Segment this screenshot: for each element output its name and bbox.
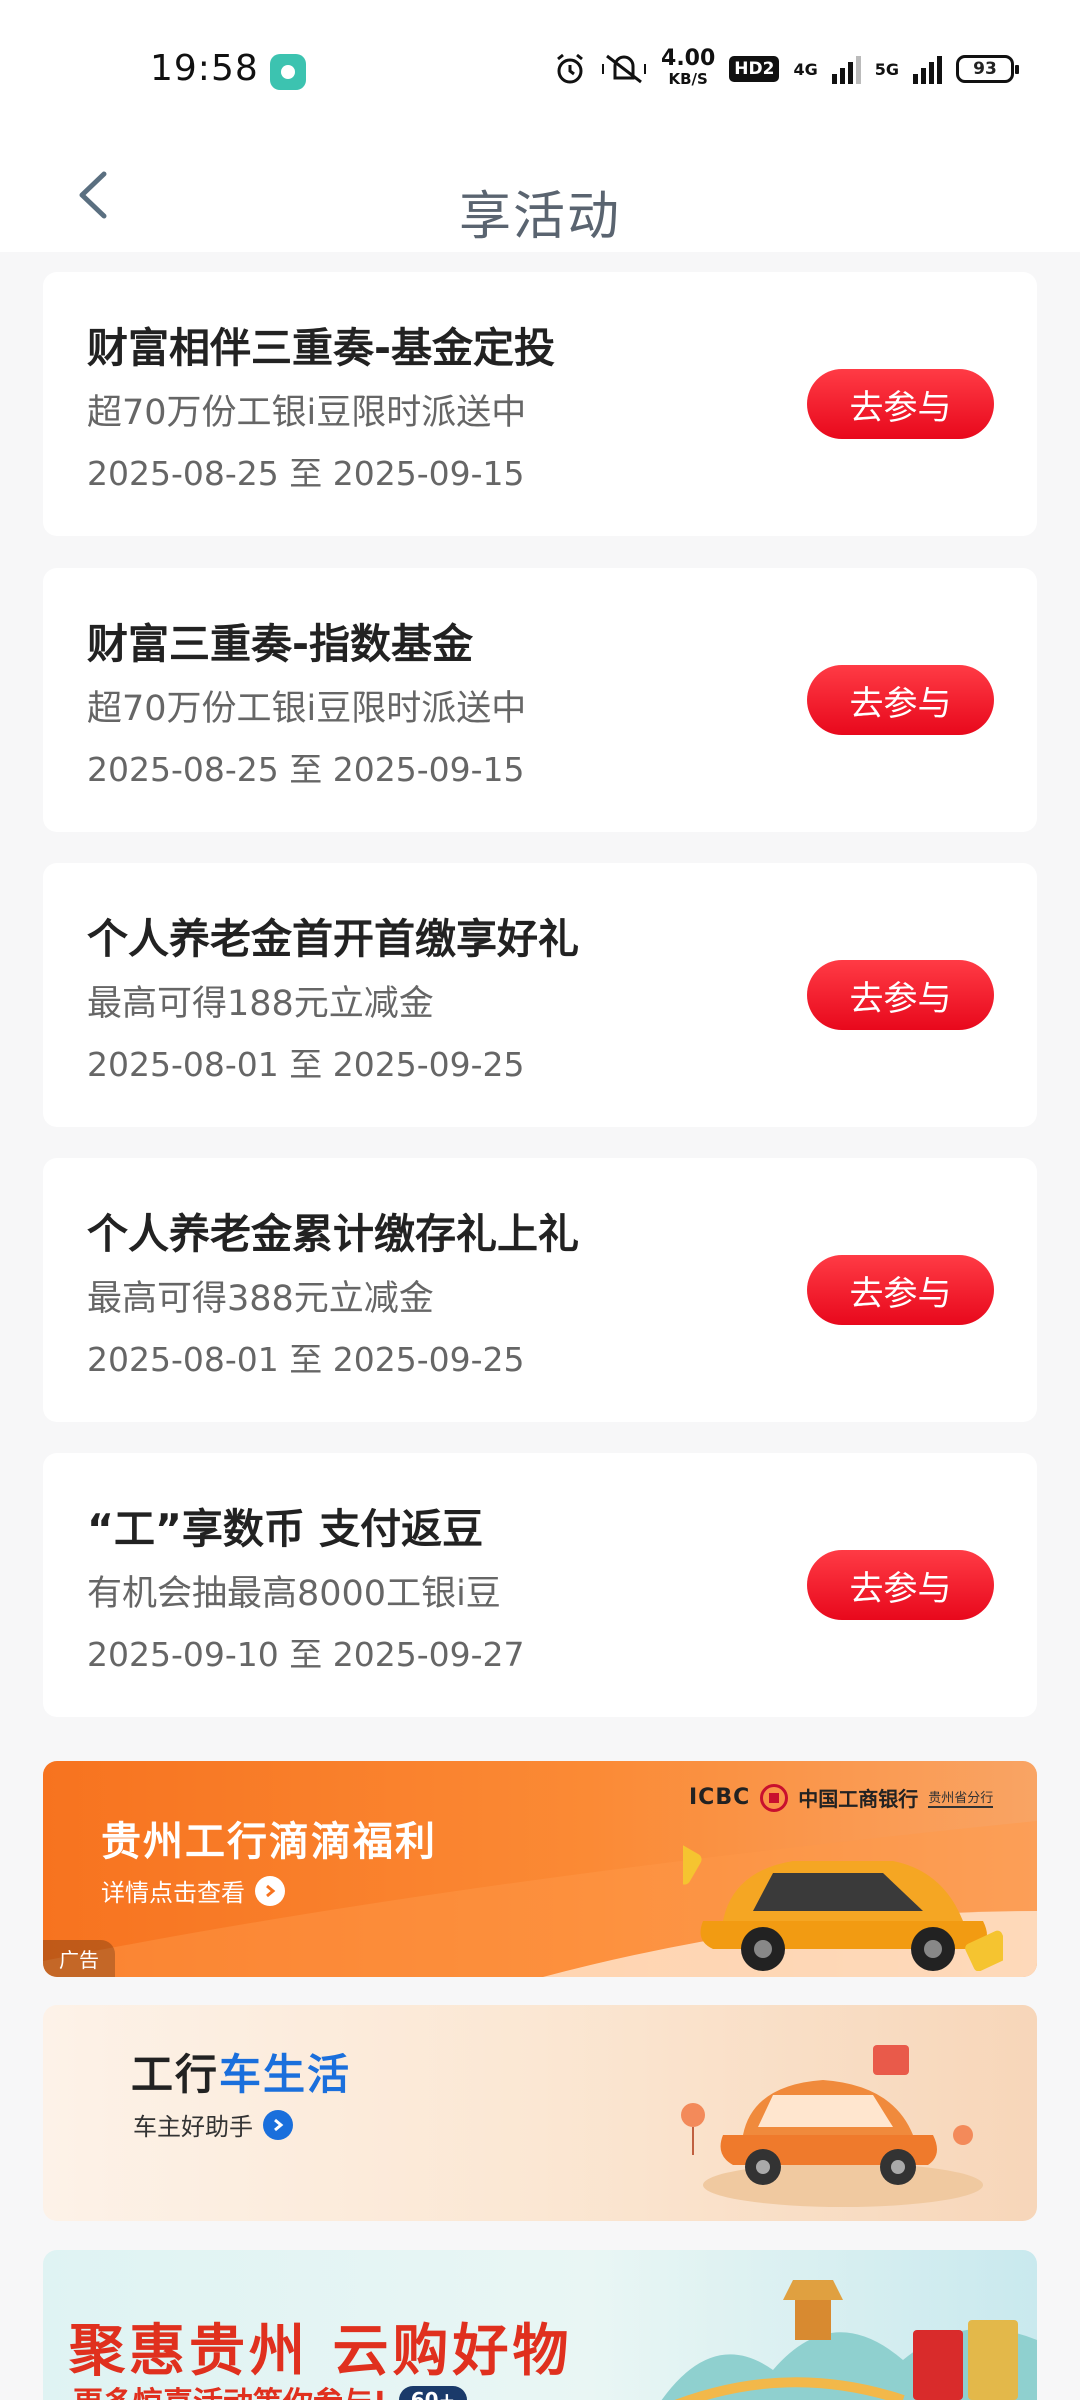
- banner-subtitle-text: 详情点击查看: [101, 1879, 245, 1907]
- car-illustration: [683, 1831, 1003, 1971]
- activity-dates: 2025-09-10 至 2025-09-27: [87, 1635, 525, 1674]
- icbc-logo-en: ICBC: [689, 1785, 751, 1810]
- vintage-car-illustration: [681, 2045, 983, 2207]
- arrow-right-icon: [255, 1875, 285, 1906]
- signal-5g-icon: [913, 54, 942, 84]
- activity-subtitle: 超70万份工银i豆限时派送中: [87, 393, 527, 433]
- speed-unit: KB/S: [668, 70, 708, 88]
- activity-title: 个人养老金首开首缴享好礼: [87, 915, 579, 963]
- activity-card[interactable]: 财富相伴三重奏-基金定投 超70万份工银i豆限时派送中 2025-08-25 至…: [43, 272, 1037, 536]
- activity-subtitle: 最高可得388元立减金: [87, 1279, 434, 1319]
- banner-subtitle: 更多惊喜活动等你参与! 60+: [73, 2378, 468, 2400]
- activity-subtitle: 有机会抽最高8000工银i豆: [87, 1574, 501, 1614]
- banner-title-highlight: 车生活: [219, 2050, 352, 2099]
- join-button[interactable]: 去参与: [807, 960, 994, 1030]
- battery-icon: 93: [956, 55, 1019, 83]
- ad-label: 广告: [43, 1940, 115, 1977]
- landscape-illustration: [661, 2280, 1037, 2400]
- join-button[interactable]: 去参与: [807, 1550, 994, 1620]
- activity-card[interactable]: 个人养老金累计缴存礼上礼 最高可得388元立减金 2025-08-01 至 20…: [43, 1158, 1037, 1422]
- activity-title: “工”享数币 支付返豆: [87, 1505, 484, 1553]
- activity-dates: 2025-08-25 至 2025-09-15: [87, 454, 525, 493]
- status-time: 19:58: [150, 48, 259, 89]
- activity-title: 个人养老金累计缴存礼上礼: [87, 1210, 579, 1258]
- banner-subtitle: 详情点击查看: [101, 1873, 285, 1908]
- banner-title-prefix: 工行: [131, 2050, 220, 2099]
- hd-voice-badge: HD2: [729, 56, 780, 82]
- icbc-logo: ICBC 中国工商银行 贵州省分行: [689, 1783, 994, 1812]
- banner-title: 聚惠贵州 云购好物: [69, 2319, 573, 2384]
- activity-dates: 2025-08-01 至 2025-09-25: [87, 1340, 525, 1379]
- app-notification-icon: [270, 54, 306, 90]
- page-title: 享活动: [458, 187, 621, 247]
- activity-card[interactable]: 个人养老金首开首缴享好礼 最高可得188元立减金 2025-08-01 至 20…: [43, 863, 1037, 1127]
- activity-card[interactable]: “工”享数币 支付返豆 有机会抽最高8000工银i豆 2025-09-10 至 …: [43, 1453, 1037, 1717]
- banner-title: 贵州工行滴滴福利: [101, 1819, 437, 1865]
- activity-title: 财富三重奏-指数基金: [87, 620, 474, 668]
- banner-subtitle-text: 更多惊喜活动等你参与!: [73, 2378, 387, 2400]
- didi-promo-banner[interactable]: 贵州工行滴滴福利 详情点击查看 ICBC 中国工商银行 贵州省分行 广告: [43, 1761, 1037, 1977]
- activity-subtitle: 超70万份工银i豆限时派送中: [87, 689, 527, 729]
- activity-dates: 2025-08-01 至 2025-09-25: [87, 1045, 525, 1084]
- join-button[interactable]: 去参与: [807, 369, 994, 439]
- activity-subtitle: 最高可得188元立减金: [87, 984, 434, 1024]
- network-speed: 4.00 KB/S: [661, 46, 716, 89]
- arrow-right-icon: [263, 2109, 293, 2140]
- activity-title: 财富相伴三重奏-基金定投: [87, 324, 556, 372]
- guizhou-shopping-banner[interactable]: 聚惠贵州 云购好物 更多惊喜活动等你参与! 60+: [43, 2250, 1037, 2400]
- signal-4g-icon: [831, 54, 861, 84]
- count-badge: 60+: [398, 2386, 468, 2400]
- banner-title: 工行车生活: [131, 2041, 351, 2102]
- network-4g-label: 4G: [793, 59, 818, 79]
- banner-subtitle: 车主好助手: [133, 2107, 293, 2142]
- speed-value: 4.00: [661, 46, 716, 71]
- join-button[interactable]: 去参与: [807, 1255, 994, 1325]
- icbc-logo-cn: 中国工商银行: [798, 1787, 919, 1811]
- alarm-icon: [557, 53, 583, 84]
- network-5g-label: 5G: [874, 59, 899, 79]
- branch-name: 贵州省分行: [928, 1787, 994, 1808]
- car-life-banner[interactable]: 工行车生活 车主好助手: [43, 2005, 1037, 2221]
- join-button[interactable]: 去参与: [807, 665, 994, 735]
- banner-subtitle-text: 车主好助手: [133, 2113, 253, 2141]
- silent-icon: [602, 54, 647, 84]
- status-icons: 4.00 KB/S HD2 4G 5G 93: [553, 44, 1019, 94]
- activity-card[interactable]: 财富三重奏-指数基金 超70万份工银i豆限时派送中 2025-08-25 至 2…: [43, 568, 1037, 832]
- status-bar: 19:58 4.00 KB/S HD2 4G 5G 93: [0, 0, 1080, 140]
- activity-dates: 2025-08-25 至 2025-09-15: [87, 750, 525, 789]
- page-header: 享活动: [0, 140, 1080, 252]
- icbc-emblem-icon: [760, 1783, 789, 1812]
